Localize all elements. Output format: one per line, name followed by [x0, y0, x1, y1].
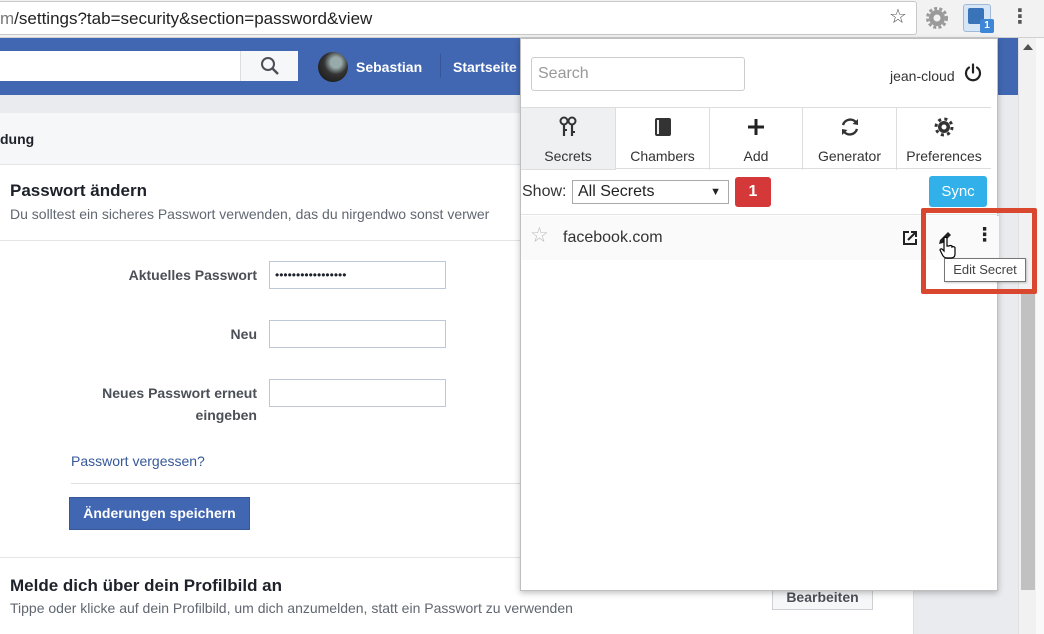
secrets-count-badge: 1 [735, 177, 771, 207]
profile-login-title: Melde dich über dein Profilbild an [10, 576, 283, 595]
tab-secrets[interactable]: Secrets [521, 108, 615, 170]
sync-button[interactable]: Sync [929, 176, 987, 207]
home-link[interactable]: Startseite [453, 59, 517, 75]
edit-secret-tooltip: Edit Secret [944, 258, 1026, 282]
popup-tab-bar: Secrets Chambers Add Generator Preferenc… [521, 107, 991, 170]
secret-name[interactable]: facebook.com [563, 229, 663, 247]
hand-cursor-icon [939, 236, 956, 259]
keys-icon [521, 116, 615, 138]
tab-label: Chambers [630, 148, 695, 164]
favorite-star-icon[interactable]: ☆ [530, 225, 549, 246]
tab-label: Add [743, 148, 769, 164]
url-text: m/settings?tab=security&section=password… [0, 9, 373, 28]
browser-menu-icon[interactable]: ⋮ [1010, 7, 1030, 27]
secrets-extension-button[interactable]: 1 [963, 4, 994, 33]
secrets-filter-select[interactable]: All Secrets ▼ [572, 180, 729, 204]
save-changes-button[interactable]: Änderungen speichern [69, 497, 250, 530]
header-divider [440, 54, 441, 78]
book-icon [616, 116, 709, 138]
open-link-icon[interactable] [901, 229, 919, 247]
facebook-search-input[interactable] [0, 51, 298, 81]
secrets-search-input[interactable]: Search [531, 57, 745, 91]
forgot-password-link[interactable]: Passwort vergessen? [71, 453, 205, 469]
profile-name-link[interactable]: Sebastian [356, 59, 422, 75]
panel-header-title: dung [0, 131, 35, 147]
tab-chambers[interactable]: Chambers [615, 108, 709, 170]
tab-label: Secrets [544, 148, 592, 164]
window-edge [1036, 38, 1044, 634]
new-password-field[interactable] [269, 320, 446, 348]
address-bar[interactable]: m/settings?tab=security&section=password… [0, 1, 917, 35]
tab-preferences[interactable]: Preferences [896, 108, 991, 170]
refresh-icon [803, 116, 896, 138]
change-password-subtitle: Du solltest ein sicheres Passwort verwen… [10, 206, 490, 222]
gear-icon [897, 116, 991, 138]
secrets-extension-popup: Search jean-cloud Secrets Chambers Add G… [520, 38, 999, 591]
show-filter-label: Show: [522, 183, 567, 200]
avatar[interactable] [318, 52, 348, 82]
search-icon [261, 57, 279, 75]
confirm-password-field[interactable] [269, 379, 446, 407]
plus-icon [710, 116, 802, 138]
new-password-label: Neu [230, 326, 257, 342]
logout-power-icon[interactable] [963, 63, 983, 83]
tab-generator[interactable]: Generator [802, 108, 896, 170]
tab-label: Preferences [906, 148, 982, 164]
tab-add[interactable]: Add [709, 108, 802, 170]
extension-badge: 1 [980, 19, 994, 33]
profile-login-subtitle: Tippe oder klicke auf dein Profilbild, u… [10, 600, 573, 616]
caret-down-icon: ▼ [710, 186, 721, 198]
page-scrollbar[interactable] [1018, 38, 1036, 634]
extension-gear-icon[interactable] [926, 7, 948, 29]
bookmark-star-icon[interactable]: ☆ [889, 7, 907, 27]
confirm-password-label-line2: eingeben [195, 407, 257, 423]
scroll-up-arrow-icon[interactable] [1023, 44, 1033, 50]
confirm-password-label-line1: Neues Passwort erneut [102, 385, 257, 401]
tab-label: Generator [817, 148, 882, 164]
change-password-title: Passwort ändern [10, 181, 147, 200]
browser-toolbar: m/settings?tab=security&section=password… [0, 0, 1044, 38]
current-password-label: Aktuelles Passwort [128, 267, 257, 283]
facebook-search-button[interactable] [240, 51, 298, 81]
current-password-field[interactable]: ••••••••••••••••• [269, 261, 446, 289]
scroll-thumb[interactable] [1021, 294, 1035, 590]
username-label: jean-cloud [890, 68, 955, 84]
select-value: All Secrets [578, 183, 655, 200]
